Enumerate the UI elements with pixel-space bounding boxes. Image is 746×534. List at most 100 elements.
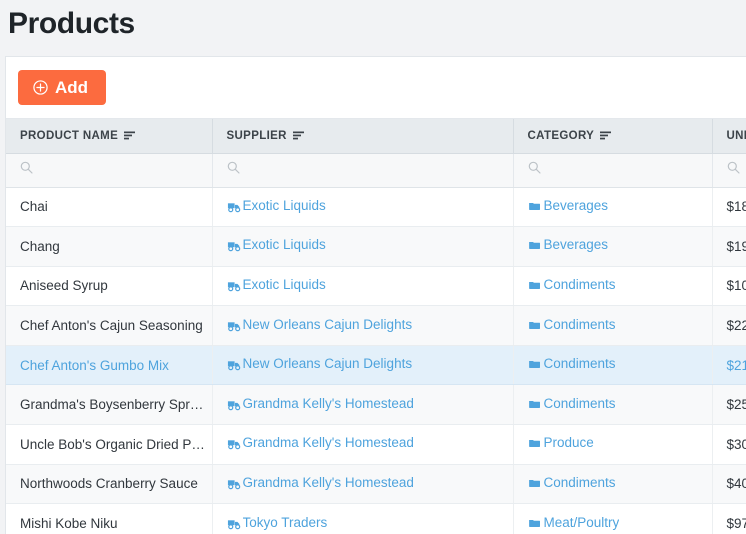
cell-unit-price[interactable]: $97.0 [712, 503, 746, 534]
cell-product-name[interactable]: Mishi Kobe Niku [6, 503, 213, 534]
folder-icon [528, 516, 543, 531]
table-row[interactable]: Aniseed Syrup Exotic Liquids Condiments $10… [6, 266, 746, 307]
cell-unit-price[interactable]: $19.0 [712, 226, 746, 267]
column-header-supplier[interactable]: SUPPLIER [212, 119, 514, 154]
supplier-link[interactable]: Grandma Kelly's Homestead [227, 435, 414, 450]
add-button[interactable]: Add [18, 70, 107, 105]
cell-category[interactable]: Condiments [513, 266, 713, 307]
cell-unit-price[interactable]: $22.0 [712, 305, 746, 346]
cell-supplier[interactable]: Tokyo Traders [212, 503, 514, 534]
cell-product-name[interactable]: Chai [6, 187, 213, 228]
truck-icon [227, 278, 242, 293]
search-icon [727, 161, 740, 174]
cell-product-name[interactable]: Aniseed Syrup [6, 266, 213, 307]
supplier-label: New Orleans Cajun Delights [242, 356, 413, 372]
supplier-link[interactable]: New Orleans Cajun Delights [227, 317, 412, 332]
table-body: Chai Exotic Liquids Beverages $18.0 Chang Exo… [6, 187, 746, 534]
table-row[interactable]: Chef Anton's Cajun Seasoning New Orleans … [6, 305, 746, 346]
sort-icon[interactable] [600, 131, 612, 140]
table-row[interactable]: Grandma's Boysenberry Spr… Grandma Kelly'… [6, 384, 746, 426]
column-header-category[interactable]: CATEGORY [513, 119, 713, 154]
truck-icon [227, 476, 242, 491]
cell-supplier[interactable]: New Orleans Cajun Delights [212, 345, 514, 386]
cell-unit-price[interactable]: $30.0 [712, 424, 746, 465]
cell-unit-price[interactable]: $40.0 [712, 464, 746, 505]
cell-unit-price[interactable]: $25.0 [712, 384, 746, 426]
truck-icon [227, 397, 242, 412]
category-link[interactable]: Condiments [528, 396, 616, 411]
category-link[interactable]: Meat/Poultry [528, 514, 620, 531]
category-label: Condiments [543, 316, 616, 332]
filter-row [6, 153, 746, 188]
column-header-unit-price[interactable]: UNIT P [712, 119, 746, 154]
table-row[interactable]: Mishi Kobe Niku Tokyo Traders Meat/Poultry… [6, 503, 746, 534]
plus-circle-icon [33, 80, 48, 95]
sort-icon[interactable] [292, 131, 304, 140]
cell-unit-price[interactable]: $10.0 [712, 266, 746, 307]
table-row[interactable]: Northwoods Cranberry Sauce Grandma Kelly'… [6, 464, 746, 505]
cell-unit-price[interactable]: $18.0 [712, 187, 746, 228]
table-row[interactable]: Chai Exotic Liquids Beverages $18.0 [6, 187, 746, 228]
cell-supplier[interactable]: Grandma Kelly's Homestead [212, 384, 514, 426]
cell-category[interactable]: Condiments [513, 464, 713, 505]
table-row[interactable]: Chang Exotic Liquids Beverages $19.0 [6, 226, 746, 267]
cell-supplier[interactable]: New Orleans Cajun Delights [212, 305, 514, 346]
table-header: PRODUCT NAME SUPPLIER CATEGORY UN [6, 119, 746, 154]
category-label: Meat/Poultry [543, 514, 620, 530]
supplier-link[interactable]: Exotic Liquids [227, 198, 326, 213]
cell-category[interactable]: Meat/Poultry [513, 503, 713, 534]
truck-icon [227, 199, 242, 214]
table-row[interactable]: Uncle Bob's Organic Dried P… Grandma Kell… [6, 424, 746, 465]
cell-product-name[interactable]: Chef Anton's Cajun Seasoning [6, 305, 213, 346]
category-link[interactable]: Beverages [528, 237, 608, 252]
cell-category[interactable]: Beverages [513, 187, 713, 228]
products-page: Products Add PRODUCT NAME SUPPLIER CATEG… [0, 0, 746, 534]
category-link[interactable]: Produce [528, 435, 594, 450]
truck-icon [227, 516, 242, 531]
cell-product-name[interactable]: Uncle Bob's Organic Dried P… [6, 424, 213, 465]
category-label: Condiments [543, 356, 616, 372]
column-header-label: UNIT P [726, 129, 746, 142]
sort-icon[interactable] [124, 131, 136, 140]
supplier-label: Exotic Liquids [242, 237, 326, 253]
supplier-link[interactable]: Grandma Kelly's Homestead [227, 475, 414, 490]
category-link[interactable]: Condiments [528, 475, 616, 490]
category-label: Beverages [543, 197, 609, 213]
cell-category[interactable]: Beverages [513, 226, 713, 267]
cell-supplier[interactable]: Grandma Kelly's Homestead [212, 424, 514, 465]
products-grid-panel: Add PRODUCT NAME SUPPLIER CATEGORY UN Ch… [5, 56, 746, 534]
category-link[interactable]: Beverages [528, 197, 609, 213]
supplier-link[interactable]: Exotic Liquids [227, 277, 326, 292]
column-header-label: CATEGORY [527, 129, 595, 142]
filter-cell-product-name[interactable] [6, 153, 213, 188]
cell-product-name[interactable]: Grandma's Boysenberry Spr… [6, 384, 213, 426]
cell-product-name[interactable]: Chang [6, 226, 213, 267]
category-link[interactable]: Condiments [528, 277, 616, 292]
category-label: Condiments [543, 474, 616, 490]
filter-row-body [6, 153, 746, 188]
supplier-link[interactable]: Tokyo Traders [227, 515, 327, 531]
filter-cell-category[interactable] [513, 153, 713, 188]
supplier-link[interactable]: Grandma Kelly's Homestead [227, 396, 414, 411]
cell-category[interactable]: Condiments [513, 305, 713, 346]
cell-category[interactable]: Condiments [513, 384, 713, 426]
supplier-link[interactable]: New Orleans Cajun Delights [227, 356, 413, 372]
search-icon [528, 161, 541, 174]
filter-cell-supplier[interactable] [212, 153, 514, 188]
cell-product-name[interactable]: Northwoods Cranberry Sauce [6, 464, 213, 505]
supplier-label: Exotic Liquids [242, 276, 326, 292]
cell-product-name[interactable]: Chef Anton's Gumbo Mix [6, 345, 213, 386]
filter-cell-unit-price[interactable] [712, 153, 746, 188]
cell-category[interactable]: Condiments [513, 345, 713, 386]
cell-unit-price[interactable]: $21.3 [712, 345, 746, 386]
table-row[interactable]: Chef Anton's Gumbo Mix New Orleans Cajun … [6, 345, 746, 386]
cell-supplier[interactable]: Grandma Kelly's Homestead [212, 464, 514, 505]
supplier-link[interactable]: Exotic Liquids [227, 237, 326, 252]
cell-supplier[interactable]: Exotic Liquids [212, 226, 514, 267]
column-header-product-name[interactable]: PRODUCT NAME [6, 119, 213, 154]
cell-supplier[interactable]: Exotic Liquids [212, 187, 514, 228]
category-link[interactable]: Condiments [528, 317, 616, 332]
category-link[interactable]: Condiments [528, 356, 616, 371]
cell-supplier[interactable]: Exotic Liquids [212, 266, 514, 307]
cell-category[interactable]: Produce [513, 424, 713, 465]
